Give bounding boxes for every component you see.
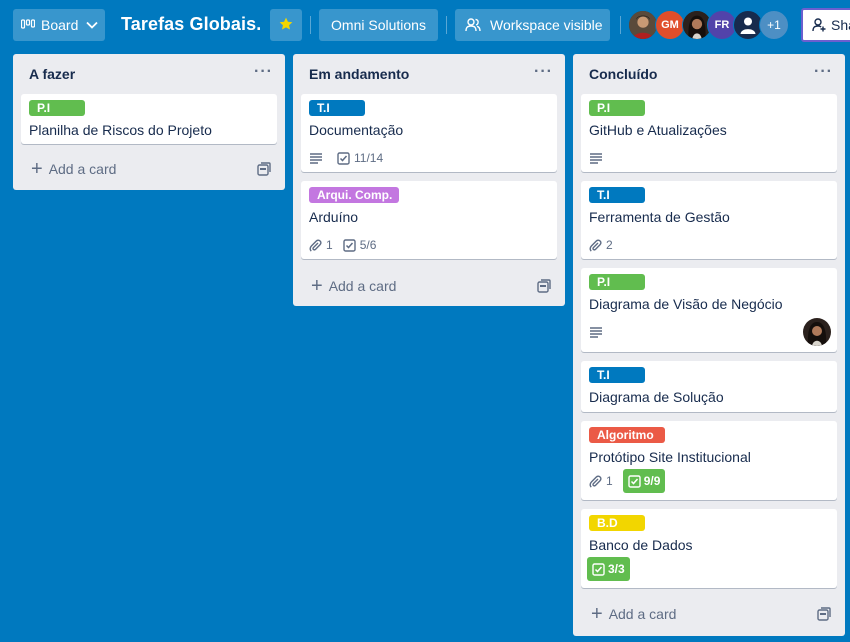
description-icon <box>589 326 607 338</box>
workspace-button[interactable]: Omni Solutions <box>319 9 438 41</box>
card-title: Arduíno <box>309 209 359 225</box>
card[interactable]: Arqui. Comp. Arduíno 1 5/6 <box>301 181 557 259</box>
description-icon <box>589 152 607 164</box>
visibility-button[interactable]: Workspace visible <box>455 9 610 41</box>
list-title[interactable]: A fazer <box>29 66 75 82</box>
card-template-icon[interactable] <box>817 607 831 621</box>
card-label[interactable]: T.I <box>309 100 365 116</box>
card-template-icon[interactable] <box>537 279 551 293</box>
card-label[interactable]: Algoritmo <box>589 427 665 443</box>
share-button[interactable]: Share <box>801 8 850 42</box>
card[interactable]: T.I Documentação 11/14 <box>301 94 557 172</box>
card[interactable]: P.I Planilha de Riscos do Projeto <box>21 94 277 144</box>
member-avatar-initials[interactable]: GM <box>655 10 685 40</box>
attachment-badge: 1 <box>309 238 333 252</box>
header-divider <box>446 16 447 34</box>
card-title: Banco de Dados <box>589 537 693 553</box>
checkbox-icon <box>337 151 350 165</box>
card-title: Documentação <box>309 122 404 138</box>
share-label: Share <box>831 17 850 33</box>
card-badges <box>589 322 617 342</box>
card[interactable]: Algoritmo Protótipo Site Institucional 1… <box>581 421 837 500</box>
card-template-icon[interactable] <box>257 162 271 176</box>
add-person-icon <box>812 18 826 32</box>
attachment-badge: 2 <box>589 238 613 252</box>
card-badges: 2 <box>589 235 623 255</box>
checkbox-icon <box>342 238 356 252</box>
plus-icon: + <box>31 158 43 180</box>
header-divider <box>310 16 311 34</box>
star-button[interactable] <box>270 9 302 41</box>
more-horizontal-icon[interactable]: ··· <box>254 63 273 81</box>
visibility-label: Workspace visible <box>490 17 603 33</box>
board-title[interactable]: Tarefas Globais. <box>121 14 261 35</box>
checklist-badge: 5/6 <box>342 238 376 252</box>
list-concluido: Concluído ··· P.I GitHub e Atualizações … <box>573 54 845 636</box>
paperclip-icon <box>589 475 602 488</box>
plus-icon: + <box>311 275 323 297</box>
card[interactable]: T.I Diagrama de Solução <box>581 361 837 412</box>
card-label[interactable]: T.I <box>589 367 645 383</box>
list-title[interactable]: Concluído <box>589 66 657 82</box>
header-divider <box>620 16 621 34</box>
card-label[interactable]: B.D <box>589 515 645 531</box>
checklist-complete-badge: 9/9 <box>622 469 666 493</box>
people-icon <box>465 18 481 32</box>
card-title: Planilha de Riscos do Projeto <box>29 122 212 138</box>
list-title[interactable]: Em andamento <box>309 66 409 82</box>
checklist-complete-badge: 3/3 <box>587 557 630 581</box>
board-view-button[interactable]: Board <box>13 9 105 41</box>
paperclip-icon <box>589 239 602 252</box>
card-label[interactable]: Arqui. Comp. <box>309 187 399 203</box>
list-a-fazer: A fazer ··· P.I Planilha de Riscos do Pr… <box>13 54 285 190</box>
chevron-down-icon <box>86 21 98 29</box>
add-card-button[interactable]: + Add a card <box>31 158 116 180</box>
card-label[interactable]: P.I <box>589 100 645 116</box>
user-icon <box>738 15 758 35</box>
member-avatar[interactable] <box>628 10 658 40</box>
card-title: Ferramenta de Gestão <box>589 209 730 225</box>
card-badges <box>589 148 617 168</box>
card[interactable]: B.D Banco de Dados 3/3 <box>581 509 837 588</box>
more-members-button[interactable]: +1 <box>759 10 789 40</box>
card-label[interactable]: P.I <box>29 100 85 116</box>
attachment-badge: 1 <box>589 474 613 488</box>
plus-icon: + <box>591 603 603 625</box>
card-member-avatar[interactable] <box>803 318 831 346</box>
more-horizontal-icon[interactable]: ··· <box>814 63 833 81</box>
checkbox-icon <box>592 562 605 576</box>
card[interactable]: P.I GitHub e Atualizações <box>581 94 837 172</box>
card-label[interactable]: T.I <box>589 187 645 203</box>
board-view-label: Board <box>41 17 79 33</box>
add-card-button[interactable]: + Add a card <box>311 275 396 297</box>
card-badges: 11/14 <box>309 148 393 168</box>
paperclip-icon <box>309 239 322 252</box>
card-badges: 3/3 <box>587 557 640 581</box>
more-horizontal-icon[interactable]: ··· <box>534 63 553 81</box>
card-badges: 1 5/6 <box>309 235 386 255</box>
card-title: GitHub e Atualizações <box>589 122 727 138</box>
add-card-button[interactable]: + Add a card <box>591 603 676 625</box>
card-title: Diagrama de Visão de Negócio <box>589 296 783 312</box>
card-title: Protótipo Site Institucional <box>589 449 751 465</box>
star-icon <box>278 16 294 35</box>
description-icon <box>309 152 327 164</box>
card[interactable]: P.I Diagrama de Visão de Negócio <box>581 268 837 352</box>
card-title: Diagrama de Solução <box>589 389 724 405</box>
checklist-badge: 11/14 <box>337 151 383 165</box>
checkbox-icon <box>627 474 641 488</box>
board-icon <box>21 19 35 31</box>
card-badges: 1 9/9 <box>589 469 675 493</box>
card[interactable]: T.I Ferramenta de Gestão 2 <box>581 181 837 259</box>
card-label[interactable]: P.I <box>589 274 645 290</box>
list-em-andamento: Em andamento ··· T.I Documentação 11/14 … <box>293 54 565 306</box>
